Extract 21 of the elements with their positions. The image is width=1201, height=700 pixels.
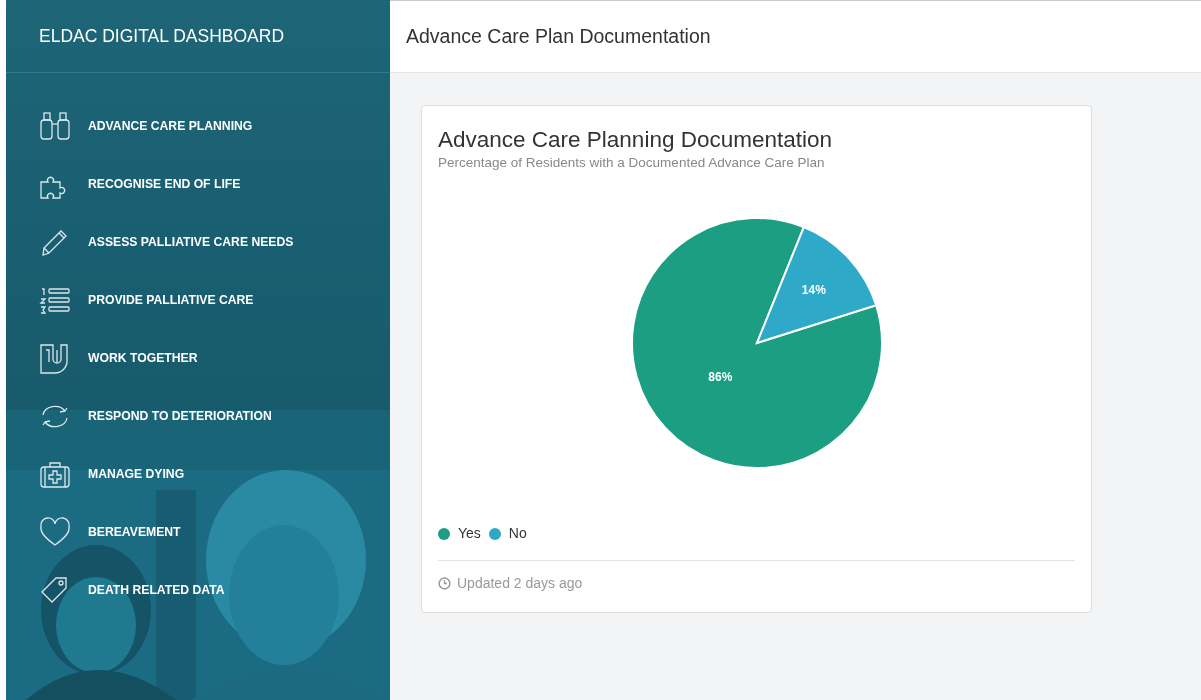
slice-label: 14% [801,283,826,298]
binoculars-icon [38,110,72,142]
sidebar-item[interactable]: PROVIDE PALLIATIVE CARE [6,271,390,329]
card-subtitle: Percentage of Residents with a Documented Advance Care Plan [438,154,826,172]
legend-label: No [508,524,527,544]
page-title: Advance Care Plan Documentation [406,23,711,49]
sidebar-item[interactable]: ADVANCE CARE PLANNING [6,97,390,155]
app-title: ELDAC DIGITAL DASHBOARD [39,24,285,48]
card-title: Advance Care Planning Documentation [438,126,833,153]
slice-label: 86% [707,370,732,385]
sidebar-item[interactable]: ASSESS PALLIATIVE CARE NEEDS [6,213,390,271]
sidebar-item[interactable]: WORK TOGETHER [6,329,390,387]
sidebar-item[interactable]: DEATH RELATED DATA [6,561,390,619]
sidebar-item[interactable]: RESPOND TO DETERIORATION [6,387,390,445]
sidebar-item[interactable]: RECOGNISE END OF LIFE [6,155,390,213]
sidebar-item[interactable]: BEREAVEMENT [6,503,390,561]
heart-icon [38,516,72,548]
clock-icon [438,577,451,591]
sidebar-item[interactable]: MANAGE DYING [6,445,390,503]
updated-time: Updated 2 days ago [457,574,583,594]
legend-label: Yes [458,524,481,544]
